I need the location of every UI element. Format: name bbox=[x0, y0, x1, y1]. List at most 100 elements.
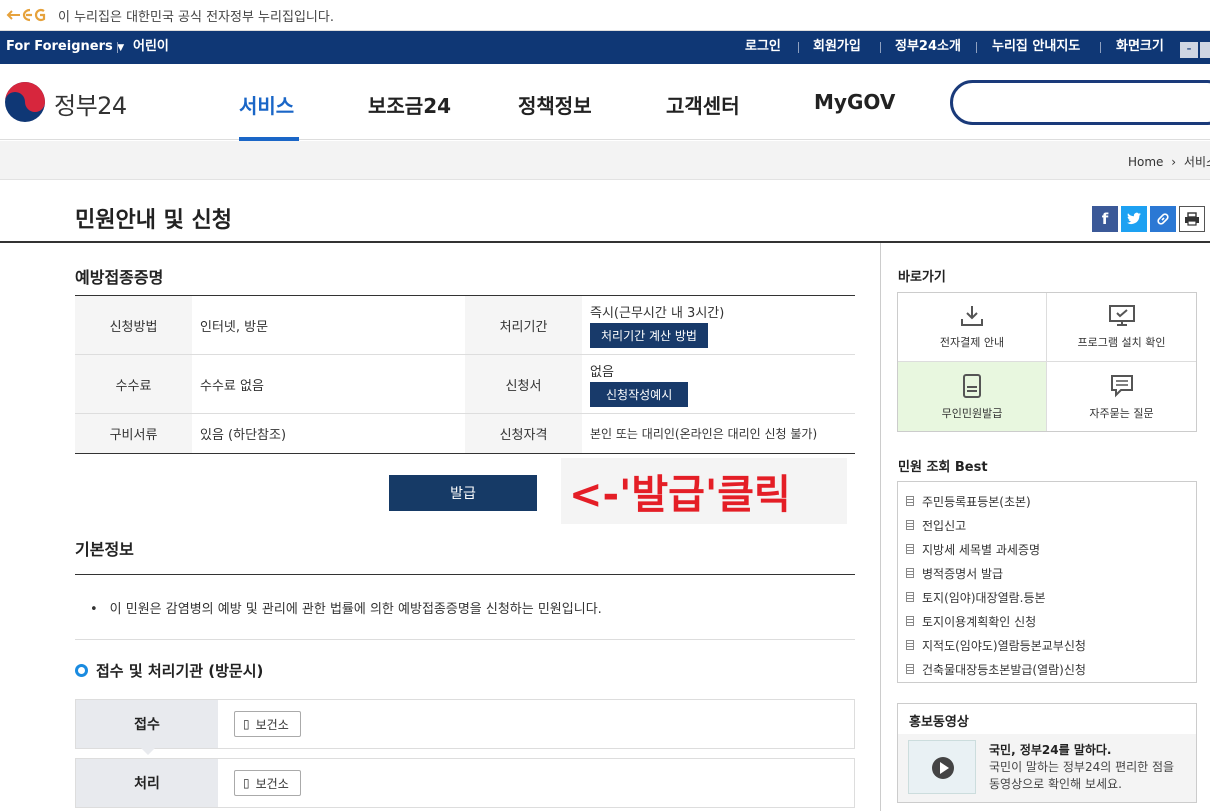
list-item[interactable]: 토지(임야)대장열람.등본 bbox=[898, 585, 1196, 609]
table-row: 구비서류 있음 (하단참조) 신청자격 본인 또는 대리인(온라인은 대리인 신… bbox=[75, 414, 855, 453]
kids-link[interactable]: 어린이 bbox=[133, 31, 169, 64]
nav-service[interactable]: 서비스 bbox=[239, 90, 294, 119]
gov-emblem-logo[interactable] bbox=[4, 81, 46, 123]
zoom-in-button[interactable] bbox=[1200, 42, 1210, 58]
document-icon bbox=[906, 544, 914, 554]
list-item[interactable]: 토지이용계획확인 신청 bbox=[898, 609, 1196, 633]
list-item[interactable]: 주민등록표등본(초본) bbox=[898, 489, 1196, 513]
quick-program-check[interactable]: 프로그램 설치 확인 bbox=[1047, 293, 1196, 362]
promo-video-title: 홍보동영상 bbox=[909, 715, 969, 730]
quick-kiosk[interactable]: 무인민원발급 bbox=[898, 362, 1047, 431]
row-header: 처리기간 bbox=[465, 296, 582, 354]
row-value: 없음 bbox=[590, 365, 614, 380]
process-title: 접수 및 처리기관 (방문시) bbox=[75, 660, 263, 681]
divider bbox=[798, 42, 799, 53]
table-row: 수수료 수수료 없음 신청서 없음 신청작성예시 bbox=[75, 355, 855, 414]
divider bbox=[117, 42, 118, 53]
row-value: 본인 또는 대리인(온라인은 대리인 신청 불가) bbox=[590, 427, 818, 441]
divider bbox=[1100, 42, 1101, 53]
quick-epayment[interactable]: 전자결제 안내 bbox=[898, 293, 1047, 362]
title-divider bbox=[0, 241, 1210, 243]
breadcrumb-bar bbox=[0, 141, 1210, 180]
divider bbox=[880, 42, 881, 53]
section-divider bbox=[75, 639, 855, 640]
chevron-right-icon: › bbox=[1171, 155, 1177, 169]
document-icon bbox=[906, 520, 914, 530]
basic-info-text: • 이 민원은 감염병의 예방 및 관리에 관한 법률에 의한 예방접종증명을 신… bbox=[90, 602, 602, 617]
print-icon[interactable] bbox=[1179, 206, 1205, 232]
sitemap-link[interactable]: 누리집 안내지도 bbox=[992, 31, 1080, 64]
nav-mygov[interactable]: MyGOV bbox=[814, 90, 895, 114]
building-icon: ▯ bbox=[243, 776, 250, 790]
nav-subsidy24[interactable]: 보조금24 bbox=[368, 90, 451, 119]
list-item[interactable]: 건축물대장등초본발급(열람)신청 bbox=[898, 657, 1196, 681]
issue-button[interactable]: 발급 bbox=[389, 475, 537, 511]
download-icon bbox=[961, 306, 983, 326]
row-header: 수수료 bbox=[75, 355, 192, 413]
gov-official-banner: 이 누리집은 대한민국 공식 전자정부 누리집입니다. bbox=[0, 0, 1210, 31]
zoom-out-button[interactable]: - bbox=[1180, 42, 1198, 58]
quick-faq[interactable]: 자주묻는 질문 bbox=[1047, 362, 1196, 431]
row-header: 구비서류 bbox=[75, 414, 192, 453]
signup-link[interactable]: 회원가입 bbox=[813, 31, 861, 64]
promo-description: 국민이 말하는 정부24의 편리한 점을 동영상으로 확인해 보세요. bbox=[989, 760, 1175, 791]
application-example-button[interactable]: 신청작성예시 bbox=[590, 382, 689, 407]
row-header: 신청방법 bbox=[75, 296, 192, 354]
twitter-icon[interactable] bbox=[1121, 206, 1147, 232]
nav-policy-info[interactable]: 정책정보 bbox=[518, 90, 592, 119]
circle-bullet-icon bbox=[75, 664, 88, 677]
search-input[interactable] bbox=[950, 80, 1210, 125]
sidebar-divider bbox=[880, 243, 881, 811]
document-icon bbox=[906, 592, 914, 602]
document-icon bbox=[906, 568, 914, 578]
best-inquiries-title: 민원 조회 Best bbox=[898, 460, 988, 475]
process-row-handle: 처리 ▯ 보건소 bbox=[75, 758, 855, 808]
quick-links-title: 바로가기 bbox=[898, 270, 946, 285]
document-icon bbox=[906, 616, 914, 626]
office-chip[interactable]: ▯ 보건소 bbox=[234, 770, 301, 796]
row-value: 즉시(근무시간 내 3시간) bbox=[590, 306, 725, 321]
table-row: 신청방법 인터넷, 방문 처리기간 즉시(근무시간 내 3시간) 처리기간 계산… bbox=[75, 296, 855, 355]
promo-heading: 국민, 정부24를 말하다. bbox=[989, 743, 1112, 757]
process-row-receive: 접수 ▯ 보건소 bbox=[75, 699, 855, 749]
processing-time-calc-button[interactable]: 처리기간 계산 방법 bbox=[590, 323, 708, 348]
document-icon bbox=[906, 664, 914, 674]
row-value: 인터넷, 방문 bbox=[200, 319, 269, 335]
about-link[interactable]: 정부24소개 bbox=[895, 31, 961, 64]
click-annotation: <-'발급'클릭 bbox=[561, 458, 847, 524]
kiosk-icon bbox=[963, 373, 981, 398]
basic-info-title: 기본정보 bbox=[75, 540, 134, 559]
for-foreigners-menu[interactable]: For Foreigners ▼ bbox=[6, 31, 124, 64]
caret-down-icon: ▼ bbox=[117, 43, 125, 53]
row-value: 수수료 없음 bbox=[200, 378, 264, 394]
process-label: 처리 bbox=[76, 759, 218, 807]
row-value: 있음 (하단참조) bbox=[200, 428, 287, 443]
egov-logo bbox=[6, 8, 46, 22]
page-title: 민원안내 및 신청 bbox=[75, 208, 232, 233]
list-item[interactable]: 지적도(임야도)열람등본교부신청 bbox=[898, 633, 1196, 657]
font-size-label: 화면크기 bbox=[1116, 39, 1164, 54]
link-copy-icon[interactable] bbox=[1150, 206, 1176, 232]
list-item[interactable]: 지방세 세목별 과세증명 bbox=[898, 537, 1196, 561]
facebook-icon[interactable]: f bbox=[1092, 206, 1118, 232]
process-label: 접수 bbox=[76, 700, 218, 748]
breadcrumb: Home › 서비스 bbox=[1128, 153, 1210, 170]
list-item[interactable]: 병적증명서 발급 bbox=[898, 561, 1196, 585]
service-info-table: 신청방법 인터넷, 방문 처리기간 즉시(근무시간 내 3시간) 처리기간 계산… bbox=[75, 295, 855, 454]
breadcrumb-current[interactable]: 서비스 bbox=[1184, 155, 1210, 169]
section-divider bbox=[75, 574, 855, 575]
document-icon bbox=[906, 496, 914, 506]
breadcrumb-home[interactable]: Home bbox=[1128, 155, 1163, 169]
service-name: 예방접종증명 bbox=[75, 268, 164, 287]
nav-customer-center[interactable]: 고객센터 bbox=[666, 90, 740, 119]
office-chip[interactable]: ▯ 보건소 bbox=[234, 711, 301, 737]
building-icon: ▯ bbox=[243, 717, 250, 731]
login-link[interactable]: 로그인 bbox=[745, 31, 781, 64]
list-item[interactable]: 전입신고 bbox=[898, 513, 1196, 537]
video-thumbnail[interactable] bbox=[908, 740, 976, 794]
flow-arrow bbox=[140, 747, 156, 755]
utility-bar: For Foreigners ▼ 어린이 로그인 회원가입 정부24소개 누리집… bbox=[0, 31, 1210, 64]
site-logo-text[interactable]: 정부24 bbox=[54, 86, 127, 121]
row-header: 신청자격 bbox=[465, 414, 582, 453]
play-icon bbox=[932, 757, 954, 779]
